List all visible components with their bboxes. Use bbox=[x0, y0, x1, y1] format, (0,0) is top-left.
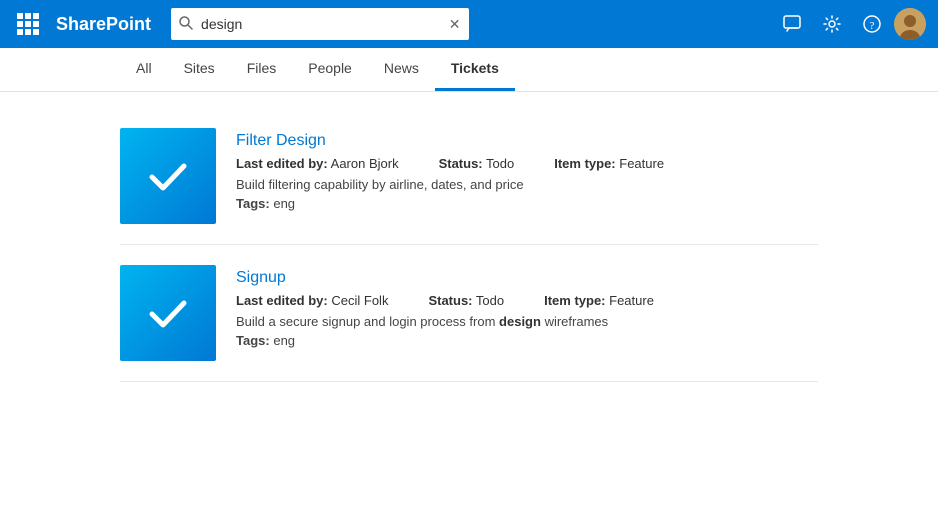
help-button[interactable]: ? bbox=[854, 6, 890, 42]
last-edited-value: Cecil Folk bbox=[331, 293, 388, 308]
result-thumbnail bbox=[120, 265, 216, 361]
status-label: Status: bbox=[439, 156, 483, 171]
status-meta: Status: Todo bbox=[439, 156, 515, 171]
search-input[interactable] bbox=[201, 16, 441, 32]
item-type-meta: Item type: Feature bbox=[554, 156, 664, 171]
last-edited-value: Aaron Bjork bbox=[331, 156, 399, 171]
nav-tabs: All Sites Files People News Tickets bbox=[0, 48, 938, 92]
waffle-button[interactable] bbox=[12, 8, 44, 40]
result-thumbnail bbox=[120, 128, 216, 224]
result-description: Build filtering capability by airline, d… bbox=[236, 177, 818, 192]
tab-all[interactable]: All bbox=[120, 47, 168, 91]
result-content: Filter Design Last edited by: Aaron Bjor… bbox=[236, 128, 818, 211]
tags-label: Tags: bbox=[236, 333, 270, 348]
results-area: Filter Design Last edited by: Aaron Bjor… bbox=[0, 92, 938, 398]
result-meta: Last edited by: Aaron Bjork Status: Todo… bbox=[236, 156, 818, 171]
last-edited-label: Last edited by: bbox=[236, 156, 328, 171]
user-avatar[interactable] bbox=[894, 8, 926, 40]
result-title[interactable]: Signup bbox=[236, 269, 818, 287]
item-type-label: Item type: bbox=[554, 156, 615, 171]
result-tags: Tags: eng bbox=[236, 196, 818, 211]
header: SharePoint ✕ ? bbox=[0, 0, 938, 48]
desc-highlight: design bbox=[499, 314, 541, 329]
result-description: Build a secure signup and login process … bbox=[236, 314, 818, 329]
item-type-value: Feature bbox=[619, 156, 664, 171]
tags-value: eng bbox=[273, 333, 295, 348]
tab-news[interactable]: News bbox=[368, 47, 435, 91]
svg-text:?: ? bbox=[870, 20, 875, 32]
tab-files[interactable]: Files bbox=[231, 47, 293, 91]
app-title: SharePoint bbox=[56, 14, 151, 35]
result-meta: Last edited by: Cecil Folk Status: Todo … bbox=[236, 293, 818, 308]
result-content: Signup Last edited by: Cecil Folk Status… bbox=[236, 265, 818, 348]
tab-people[interactable]: People bbox=[292, 47, 368, 91]
desc-before: Build a secure signup and login process … bbox=[236, 314, 499, 329]
last-edited-meta: Last edited by: Cecil Folk bbox=[236, 293, 388, 308]
tab-sites[interactable]: Sites bbox=[168, 47, 231, 91]
clear-search-button[interactable]: ✕ bbox=[449, 16, 461, 33]
search-bar: ✕ bbox=[171, 8, 468, 40]
last-edited-label: Last edited by: bbox=[236, 293, 328, 308]
item-type-value: Feature bbox=[609, 293, 654, 308]
item-type-meta: Item type: Feature bbox=[544, 293, 654, 308]
result-item: Signup Last edited by: Cecil Folk Status… bbox=[120, 245, 818, 382]
last-edited-meta: Last edited by: Aaron Bjork bbox=[236, 156, 399, 171]
settings-button[interactable] bbox=[814, 6, 850, 42]
chat-button[interactable] bbox=[774, 6, 810, 42]
status-value: Todo bbox=[476, 293, 504, 308]
result-item: Filter Design Last edited by: Aaron Bjor… bbox=[120, 108, 818, 245]
status-value: Todo bbox=[486, 156, 514, 171]
result-title[interactable]: Filter Design bbox=[236, 132, 818, 150]
status-meta: Status: Todo bbox=[428, 293, 504, 308]
header-icons: ? bbox=[774, 6, 926, 42]
desc-after: wireframes bbox=[541, 314, 608, 329]
tags-label: Tags: bbox=[236, 196, 270, 211]
tags-value: eng bbox=[273, 196, 295, 211]
status-label: Status: bbox=[428, 293, 472, 308]
search-icon bbox=[179, 16, 193, 33]
tab-tickets[interactable]: Tickets bbox=[435, 47, 515, 91]
item-type-label: Item type: bbox=[544, 293, 605, 308]
result-tags: Tags: eng bbox=[236, 333, 818, 348]
